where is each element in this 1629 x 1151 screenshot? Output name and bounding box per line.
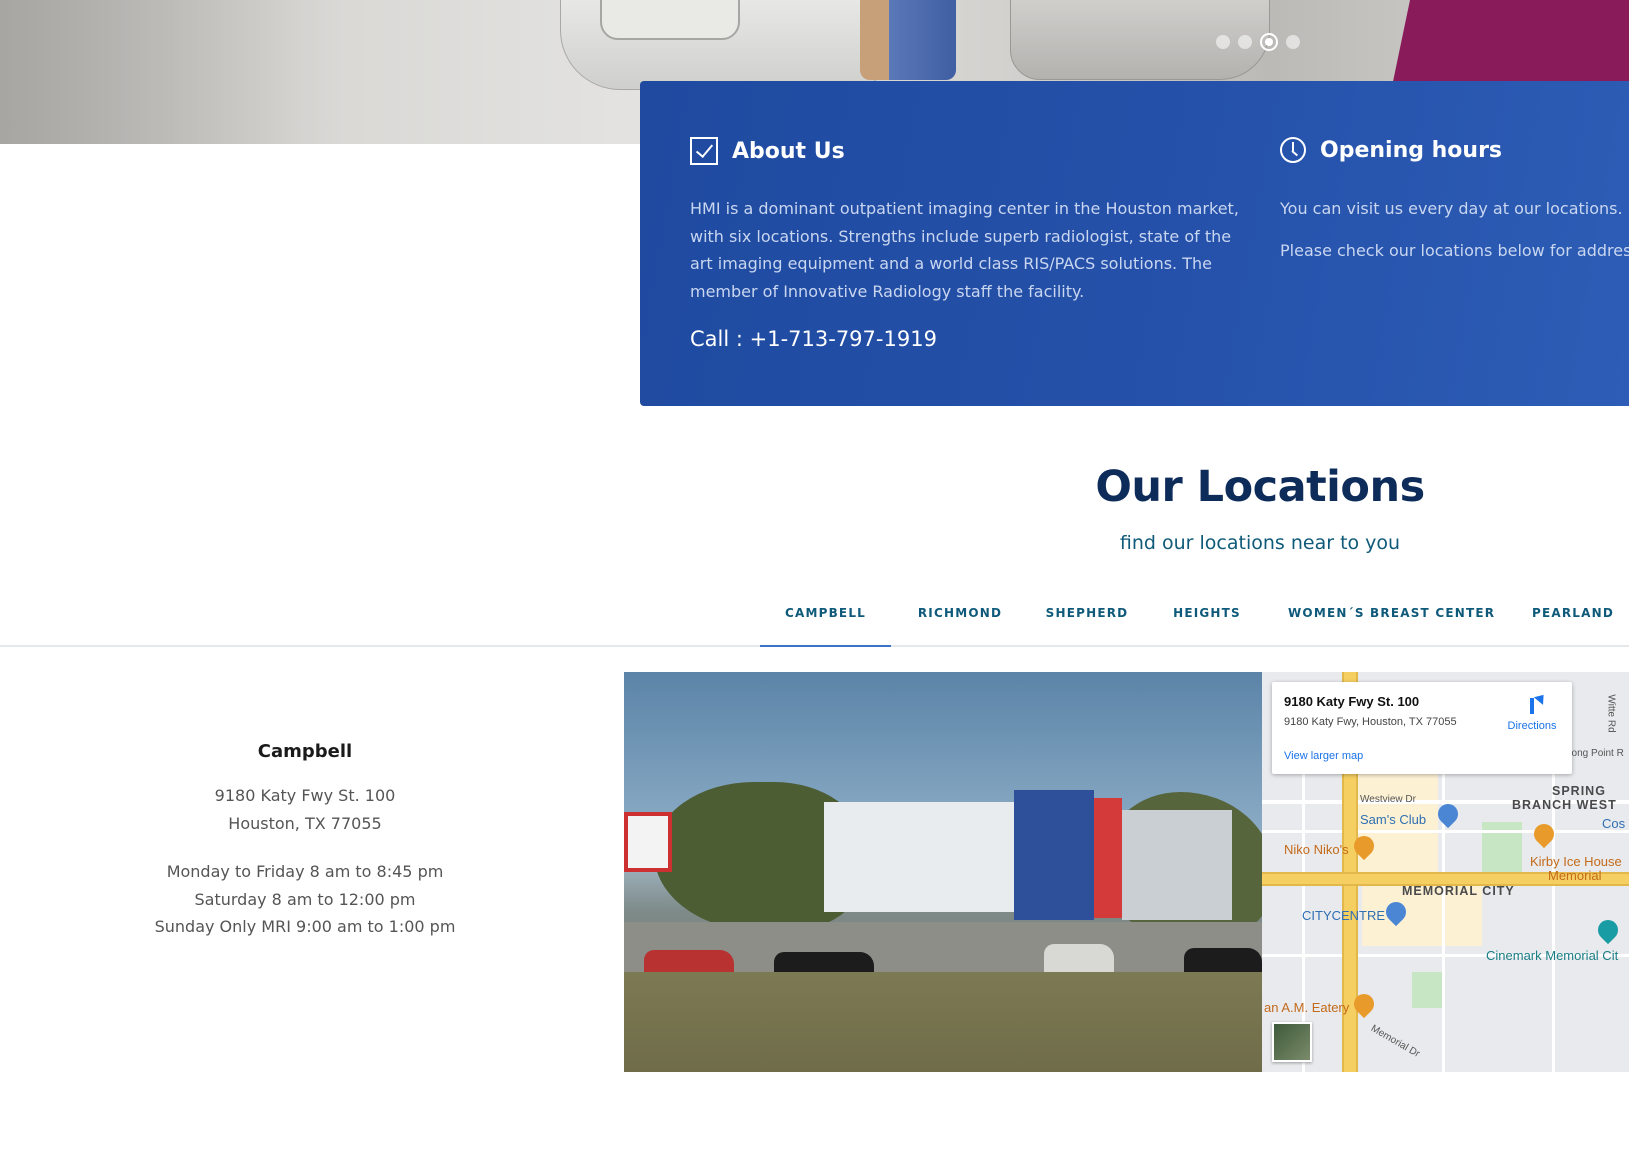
map-park <box>1412 972 1442 1008</box>
tab-shepherd[interactable]: SHEPHERD <box>1038 606 1136 647</box>
slider-dots <box>1216 33 1300 51</box>
map-label-memorial-dr: Memorial Dr <box>1368 1023 1422 1060</box>
cinema-pin-icon[interactable] <box>1593 915 1623 945</box>
info-card: About Us HMI is a dominant outpatient im… <box>640 81 1629 406</box>
hours-saturday: Saturday 8 am to 12:00 pm <box>194 889 416 909</box>
slider-dot-1[interactable] <box>1216 35 1230 49</box>
about-heading: About Us <box>690 137 845 165</box>
tab-pearland[interactable]: PEARLAND <box>1528 606 1618 647</box>
map-label-memorial-city: MEMORIAL CITY <box>1402 884 1515 898</box>
hero-technician <box>860 0 956 80</box>
location-photo <box>624 672 1262 1072</box>
hours-text: You can visit us every day at our locati… <box>1280 195 1629 264</box>
address-line-1: 9180 Katy Fwy St. 100 <box>214 786 396 805</box>
address-line-2: Houston, TX 77055 <box>228 813 382 833</box>
directions-label: Directions <box>1507 720 1557 732</box>
map-label-branch-west: BRANCH WEST <box>1512 798 1617 812</box>
hours-heading: Opening hours <box>1280 137 1502 163</box>
map-label-westview: Westview Dr <box>1360 794 1416 805</box>
about-title: About Us <box>732 138 845 164</box>
hours-weekday: Monday to Friday 8 am to 8:45 pm <box>166 862 444 881</box>
map-label-niko-niko: Niko Niko's <box>1284 842 1349 857</box>
map-label-spring-branch: SPRING <box>1552 784 1606 798</box>
location-address: 9180 Katy Fwy St. 100 Houston, TX 77055 <box>0 782 610 837</box>
photo-building-blue <box>1014 790 1094 920</box>
directions-button[interactable]: Directions <box>1500 694 1564 732</box>
photo-building <box>824 802 1014 912</box>
location-map[interactable]: Westview Dr SPRING BRANCH WEST Sam's Clu… <box>1262 672 1629 1072</box>
photo-sign <box>624 812 672 872</box>
tab-richmond[interactable]: RICHMOND <box>908 606 1012 647</box>
call-phone[interactable]: Call : +1-713-797-1919 <box>690 327 937 351</box>
map-label-kirby-memorial: Memorial <box>1548 868 1602 883</box>
locations-subtitle: find our locations near to you <box>1119 532 1401 554</box>
photo-building-wing <box>1122 810 1232 920</box>
tab-womens-breast-center[interactable]: WOMEN´S BREAST CENTER <box>1288 606 1494 647</box>
map-label-kirby-ice-house: Kirby Ice House <box>1530 854 1622 869</box>
slider-dot-4[interactable] <box>1286 35 1300 49</box>
map-street <box>1262 830 1629 833</box>
map-info-card: 9180 Katy Fwy St. 100 9180 Katy Fwy, Hou… <box>1272 682 1572 774</box>
photo-grass <box>624 972 1262 1072</box>
map-street <box>1552 772 1555 1072</box>
map-label-sams-club: Sam's Club <box>1360 812 1427 827</box>
hours-line-2: Please check our locations below for add… <box>1280 240 1629 260</box>
satellite-toggle[interactable] <box>1272 1022 1312 1062</box>
map-card-title: 9180 Katy Fwy St. 100 <box>1284 694 1420 709</box>
map-label-citycentre: CITYCENTRE <box>1302 908 1386 923</box>
slider-dot-2[interactable] <box>1238 35 1252 49</box>
clock-icon <box>1280 137 1306 163</box>
location-name: Campbell <box>257 741 353 762</box>
slider-dot-3[interactable] <box>1260 33 1278 51</box>
hero-shade <box>0 0 340 144</box>
photo-building-red <box>1094 798 1122 918</box>
hero-mri-panel <box>600 0 740 40</box>
directions-icon <box>1521 694 1543 714</box>
map-label-witte: Witte Rd <box>1605 694 1617 733</box>
checkbox-icon <box>690 137 718 165</box>
map-label-cos: Cos <box>1602 816 1626 831</box>
tab-campbell[interactable]: CAMPBELL <box>760 606 891 647</box>
hours-title: Opening hours <box>1320 137 1503 163</box>
locations-title: Our Locations <box>1095 462 1425 512</box>
map-card-address: 9180 Katy Fwy, Houston, TX 77055 <box>1284 716 1457 728</box>
map-label-long-point: Long Point R <box>1566 748 1624 759</box>
map-label-cinemark: Cinemark Memorial Cit <box>1486 948 1619 963</box>
location-hours: Monday to Friday 8 am to 8:45 pm Saturda… <box>0 858 610 941</box>
hours-line-1: You can visit us every day at our locati… <box>1280 199 1623 218</box>
shopping-pin-icon[interactable] <box>1433 799 1463 829</box>
tab-heights[interactable]: HEIGHTS <box>1170 606 1244 647</box>
about-text: HMI is a dominant outpatient imaging cen… <box>690 199 1239 301</box>
hours-sunday: Sunday Only MRI 9:00 am to 1:00 pm <box>154 917 456 936</box>
map-label-am-eatery: an A.M. Eatery <box>1264 1000 1350 1015</box>
view-larger-map-link[interactable]: View larger map <box>1284 750 1363 762</box>
